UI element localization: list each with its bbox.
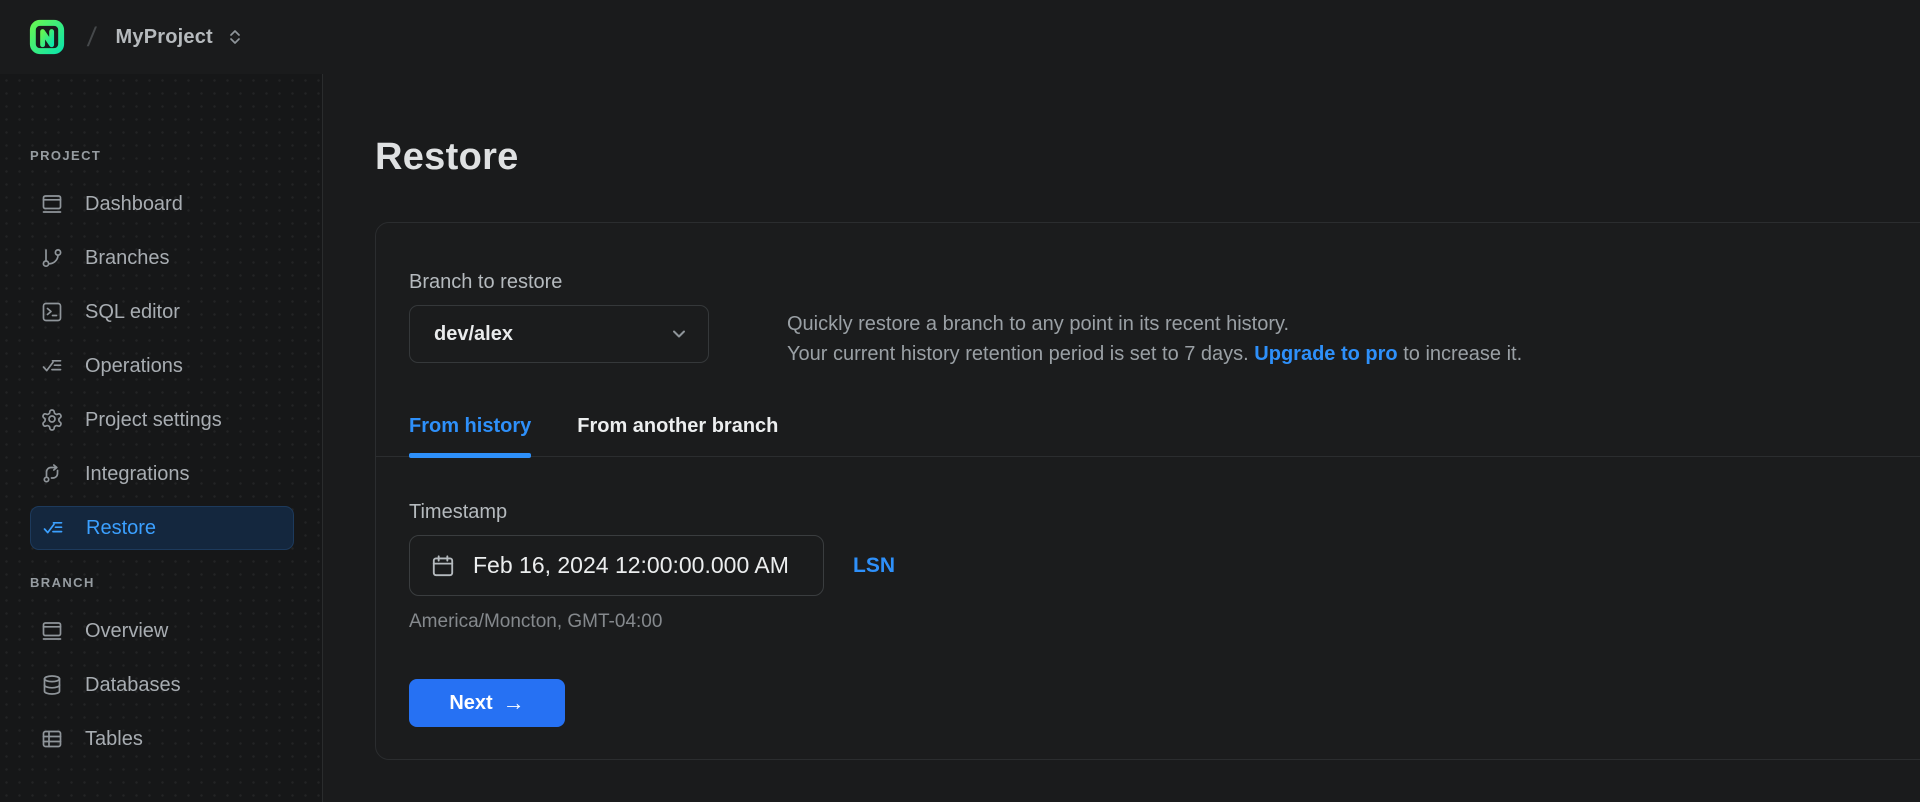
branch-select-label: Branch to restore <box>409 271 563 293</box>
sidebar-item-overview[interactable]: Overview <box>30 609 294 653</box>
chevron-down-icon <box>668 323 690 345</box>
timezone-text: America/Moncton, GMT-04:00 <box>409 611 663 632</box>
sql-editor-icon <box>40 300 64 324</box>
sidebar-item-partial[interactable] <box>30 771 294 802</box>
branch-select-row: Branch to restore dev/alex Quickly resto… <box>409 271 1889 365</box>
sidebar-item-label: Integrations <box>85 462 190 485</box>
sidebar-section-project: PROJECT <box>30 148 102 163</box>
timestamp-input[interactable]: Feb 16, 2024 12:00:00.000 AM <box>409 535 824 596</box>
page-title: Restore <box>375 136 519 178</box>
breadcrumb-separator: / <box>85 21 98 52</box>
tables-icon <box>40 727 64 751</box>
app-root: / MyProject PROJECT Dashboard Branches S… <box>0 0 1920 802</box>
timestamp-value: Feb 16, 2024 12:00:00.000 AM <box>473 552 789 578</box>
sidebar-item-label: Dashboard <box>85 192 183 215</box>
branches-icon <box>40 246 64 270</box>
neon-logo-icon[interactable] <box>28 19 66 55</box>
tab-from-history[interactable]: From history <box>409 415 532 458</box>
branch-select-value: dev/alex <box>434 322 513 345</box>
sidebar-item-label: Overview <box>85 619 169 642</box>
sidebar-item-label: Branches <box>85 246 170 269</box>
arrow-right-icon: → <box>502 690 525 715</box>
overview-icon <box>40 619 64 643</box>
branch-select[interactable]: dev/alex <box>409 305 709 363</box>
project-name[interactable]: MyProject <box>116 26 213 49</box>
restore-card: Branch to restore dev/alex Quickly resto… <box>375 222 1920 760</box>
sidebar-item-label: Project settings <box>85 408 222 431</box>
sidebar-item-tables[interactable]: Tables <box>30 717 294 761</box>
sidebar-item-label: Operations <box>85 354 183 377</box>
databases-icon <box>40 673 64 697</box>
next-button[interactable]: Next → <box>409 679 565 727</box>
sidebar-item-sql-editor[interactable]: SQL editor <box>30 290 294 334</box>
sidebar-item-branches[interactable]: Branches <box>30 236 294 280</box>
restore-tabs: From history From another branch <box>375 415 1920 458</box>
sidebar-item-label: Tables <box>85 727 143 750</box>
settings-gear-icon <box>40 408 64 432</box>
sidebar-item-project-settings[interactable]: Project settings <box>30 398 294 442</box>
sidebar-item-databases[interactable]: Databases <box>30 663 294 707</box>
sidebar-item-dashboard[interactable]: Dashboard <box>30 182 294 226</box>
topbar: / MyProject <box>0 0 1920 74</box>
next-button-label: Next <box>449 691 493 714</box>
branch-select-column: Branch to restore dev/alex <box>409 271 709 363</box>
sidebar-item-label: Databases <box>85 673 181 696</box>
sidebar-section-branch: BRANCH <box>30 575 95 590</box>
timestamp-row: Feb 16, 2024 12:00:00.000 AM LSN <box>409 535 1889 596</box>
operations-icon <box>40 354 64 378</box>
main-content: Restore Branch to restore dev/alex Quick… <box>323 74 1920 802</box>
project-switcher-unfold-icon[interactable] <box>227 27 243 47</box>
dashboard-icon <box>40 192 64 216</box>
sidebar-item-restore[interactable]: Restore <box>30 506 294 550</box>
sidebar-item-integrations[interactable]: Integrations <box>30 452 294 496</box>
sidebar-item-label: SQL editor <box>85 300 180 323</box>
restore-icon <box>41 516 65 540</box>
integrations-icon <box>40 462 64 486</box>
sidebar: PROJECT Dashboard Branches SQL editor Op… <box>0 74 323 802</box>
sidebar-item-operations[interactable]: Operations <box>30 344 294 388</box>
description-line-1: Quickly restore a branch to any point in… <box>787 313 1290 335</box>
restore-description: Quickly restore a branch to any point in… <box>787 309 1522 369</box>
calendar-icon <box>430 553 456 579</box>
lsn-link[interactable]: LSN <box>853 554 895 578</box>
tab-from-another-branch[interactable]: From another branch <box>577 415 778 456</box>
sidebar-item-label: Restore <box>86 516 157 539</box>
timestamp-label: Timestamp <box>409 501 508 523</box>
body-row: PROJECT Dashboard Branches SQL editor Op… <box>0 74 1920 802</box>
upgrade-to-pro-link[interactable]: Upgrade to pro <box>1254 343 1397 365</box>
description-line-2: Your current history retention period is… <box>787 343 1523 365</box>
